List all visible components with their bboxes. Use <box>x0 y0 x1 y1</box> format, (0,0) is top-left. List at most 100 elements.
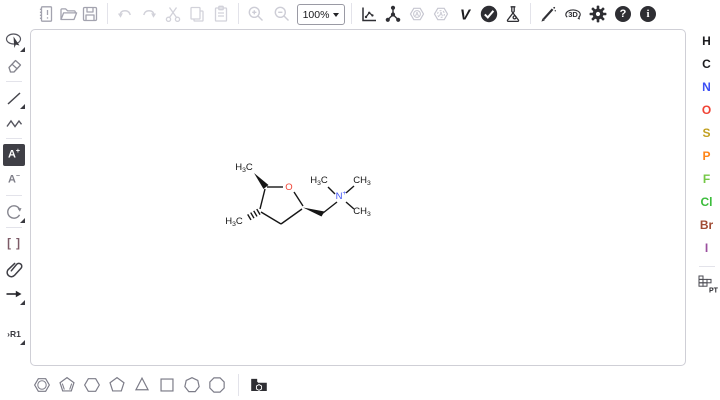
redo-icon <box>139 4 159 24</box>
calculated-values-button[interactable] <box>502 3 524 25</box>
template-cyclobutane-button[interactable] <box>155 373 179 397</box>
bond[interactable] <box>328 187 335 194</box>
info-icon: i <box>640 6 657 23</box>
bond[interactable] <box>346 186 354 193</box>
atom-toolbar: HCNOSPFClBrI PT <box>694 28 719 299</box>
element-O-button[interactable]: O <box>696 99 718 120</box>
atom-label[interactable]: N+ <box>336 190 347 202</box>
template-cyclopentadiene-button[interactable] <box>55 373 79 397</box>
open-button[interactable] <box>57 3 79 25</box>
copy-button[interactable] <box>186 3 208 25</box>
atom-label[interactable]: O <box>285 182 292 193</box>
layout-button[interactable] <box>358 3 380 25</box>
wedge-bond[interactable] <box>303 208 325 217</box>
paste-button[interactable] <box>210 3 232 25</box>
dropdown-indicator <box>20 47 25 52</box>
chain-button[interactable] <box>3 112 25 134</box>
clear-canvas-button[interactable] <box>35 3 57 25</box>
about-button[interactable]: i <box>637 3 659 25</box>
custom-templates-button[interactable] <box>247 373 271 397</box>
template-cyclopropane-button[interactable] <box>130 373 154 397</box>
template-cycloheptane-button[interactable] <box>180 373 204 397</box>
rotate-tool-button[interactable] <box>3 201 25 223</box>
zoom-level-dropdown[interactable]: 100% <box>297 4 345 25</box>
zoom-group: 100% <box>245 3 345 25</box>
draw-3d-button[interactable] <box>537 3 559 25</box>
undo-icon <box>115 4 135 24</box>
atom-label[interactable]: CH3 <box>353 206 371 218</box>
lasso-selection-button[interactable] <box>3 30 25 52</box>
zoom-out-button[interactable] <box>271 3 293 25</box>
element-F-button[interactable]: F <box>696 168 718 189</box>
element-list: HCNOSPFClBrI <box>696 28 718 260</box>
custom-templates-icon <box>248 374 270 396</box>
charge-minus-button[interactable]: A− <box>3 169 25 191</box>
svg-text:A: A <box>439 12 443 18</box>
aromatize-button[interactable]: A <box>406 3 428 25</box>
help-button[interactable]: ? <box>612 3 634 25</box>
clear-canvas-icon <box>36 4 56 24</box>
erase-icon <box>4 56 24 76</box>
bond[interactable] <box>281 209 302 224</box>
dearomatize-button[interactable]: A <box>430 3 452 25</box>
save-button[interactable] <box>79 3 101 25</box>
drawing-canvas[interactable]: H3C H3C O N+ H3C CH3 CH3 <box>30 29 686 366</box>
element-Br-button[interactable]: Br <box>696 214 718 235</box>
chain-icon <box>4 113 24 133</box>
dropdown-indicator <box>20 340 25 345</box>
charge-minus-icon: A− <box>8 173 20 186</box>
erase-button[interactable] <box>3 55 25 77</box>
hash-bond[interactable] <box>247 212 259 219</box>
bond[interactable] <box>261 212 281 224</box>
element-C-button[interactable]: C <box>696 53 718 74</box>
save-icon <box>80 4 100 24</box>
s-group-button[interactable]: [ ] <box>3 233 25 255</box>
dearomatize-icon: A <box>431 4 451 24</box>
clean-up-button[interactable] <box>382 3 404 25</box>
bond[interactable] <box>260 189 265 209</box>
topbar-divider <box>107 3 108 24</box>
cut-button[interactable] <box>162 3 184 25</box>
redo-button[interactable] <box>138 3 160 25</box>
template-cyclohexane-button[interactable] <box>80 373 104 397</box>
atom-label[interactable]: H3C <box>310 175 328 187</box>
settings-button[interactable] <box>587 3 609 25</box>
charge-plus-button[interactable]: A+ <box>3 144 25 166</box>
zoom-in-button[interactable] <box>245 3 267 25</box>
atom-label[interactable]: H3C <box>235 162 253 174</box>
reaction-arrow-button[interactable] <box>3 283 25 305</box>
r-group-button[interactable]: ›R1 <box>3 323 25 345</box>
template-benzene-button[interactable] <box>30 373 54 397</box>
element-Cl-button[interactable]: Cl <box>696 191 718 212</box>
stereochemistry-button[interactable]: V <box>454 3 476 25</box>
atom-label[interactable]: H3C <box>225 216 243 228</box>
paste-icon <box>211 4 231 24</box>
app-group: 3D ? <box>537 3 659 25</box>
wedge-bond[interactable] <box>254 173 269 189</box>
element-P-button[interactable]: P <box>696 145 718 166</box>
undo-button[interactable] <box>114 3 136 25</box>
topbar-divider <box>238 3 239 24</box>
cyclobutane-icon <box>156 374 178 396</box>
periodic-table-button[interactable]: PT <box>696 272 718 298</box>
edit-group <box>114 3 232 25</box>
aromatize-icon: A <box>407 4 427 24</box>
attach-button[interactable] <box>3 258 25 280</box>
check-structure-button[interactable] <box>478 3 500 25</box>
svg-text:V: V <box>460 7 472 24</box>
cut-icon <box>163 4 183 24</box>
rotate-3d-button[interactable]: 3D <box>562 3 584 25</box>
svg-text:A: A <box>415 12 419 18</box>
zoom-in-icon <box>246 4 266 24</box>
topbar-divider <box>530 3 531 24</box>
element-I-button[interactable]: I <box>696 237 718 258</box>
atom-label[interactable]: CH3 <box>353 175 371 187</box>
bond[interactable] <box>323 202 337 213</box>
template-cyclooctane-button[interactable] <box>205 373 229 397</box>
element-H-button[interactable]: H <box>696 30 718 51</box>
element-N-button[interactable]: N <box>696 76 718 97</box>
template-cyclopentane-button[interactable] <box>105 373 129 397</box>
single-bond-button[interactable] <box>3 87 25 109</box>
element-S-button[interactable]: S <box>696 122 718 143</box>
bond[interactable] <box>294 192 303 206</box>
